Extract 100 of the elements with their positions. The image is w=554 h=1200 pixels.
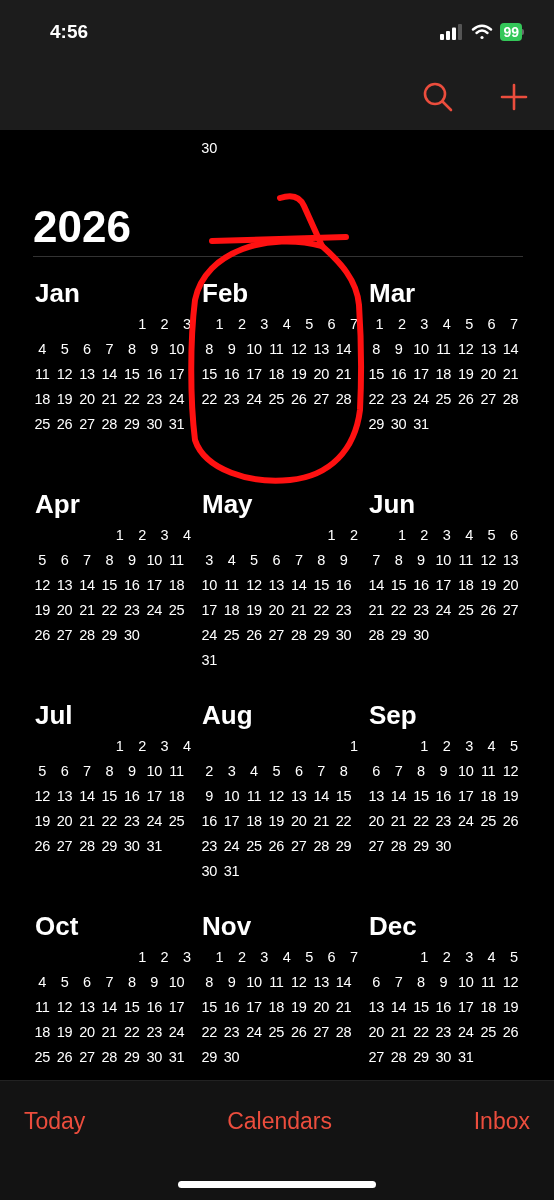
day-number[interactable]: 31 bbox=[165, 1045, 188, 1070]
day-number[interactable]: 22 bbox=[198, 1020, 221, 1045]
day-number[interactable]: 3 bbox=[435, 523, 458, 548]
day-number[interactable]: 1 bbox=[368, 312, 391, 337]
day-number[interactable]: 1 bbox=[413, 945, 436, 970]
day-number[interactable]: 20 bbox=[476, 362, 500, 387]
day-number[interactable]: 19 bbox=[53, 387, 76, 412]
day-number[interactable]: 18 bbox=[165, 784, 188, 809]
day-number[interactable]: 11 bbox=[476, 759, 500, 784]
day-number[interactable]: 25 bbox=[165, 598, 188, 623]
day-number[interactable]: 17 bbox=[165, 362, 188, 387]
day-number[interactable]: 20 bbox=[75, 387, 99, 412]
day-number[interactable]: 16 bbox=[142, 995, 166, 1020]
day-number[interactable]: 6 bbox=[365, 759, 388, 784]
day-number[interactable]: 5 bbox=[502, 945, 525, 970]
day-number[interactable]: 23 bbox=[142, 1020, 166, 1045]
day-number[interactable]: 22 bbox=[409, 809, 433, 834]
day-number[interactable]: 10 bbox=[165, 970, 188, 995]
day-number[interactable]: 11 bbox=[220, 573, 243, 598]
day-number[interactable]: 16 bbox=[332, 573, 355, 598]
day-number[interactable]: 16 bbox=[120, 784, 143, 809]
day-number[interactable]: 27 bbox=[75, 1045, 99, 1070]
day-number[interactable]: 19 bbox=[287, 362, 310, 387]
day-number[interactable]: 4 bbox=[275, 945, 298, 970]
day-number[interactable]: 23 bbox=[432, 809, 455, 834]
day-number[interactable]: 10 bbox=[454, 970, 477, 995]
day-number[interactable]: 16 bbox=[220, 362, 243, 387]
day-number[interactable]: 29 bbox=[309, 623, 333, 648]
day-number[interactable]: 5 bbox=[502, 734, 525, 759]
day-number[interactable]: 30 bbox=[198, 859, 221, 884]
tab-bar-button[interactable]: Inbox bbox=[473, 1103, 530, 1139]
day-number[interactable]: 14 bbox=[98, 995, 121, 1020]
day-number[interactable]: 29 bbox=[98, 834, 121, 859]
day-number[interactable]: 24 bbox=[242, 1020, 266, 1045]
day-number[interactable]: 13 bbox=[309, 970, 333, 995]
day-number[interactable]: 9 bbox=[220, 970, 243, 995]
day-number[interactable]: 13 bbox=[309, 337, 333, 362]
day-number[interactable]: 11 bbox=[265, 337, 288, 362]
day-number[interactable]: 21 bbox=[98, 387, 121, 412]
day-number[interactable]: 29 bbox=[387, 623, 410, 648]
day-number[interactable]: 6 bbox=[265, 548, 288, 573]
day-number[interactable]: 8 bbox=[120, 337, 143, 362]
day-number[interactable]: 7 bbox=[98, 337, 121, 362]
day-number[interactable]: 9 bbox=[432, 970, 455, 995]
day-number[interactable]: 30 bbox=[120, 623, 143, 648]
day-number[interactable]: 8 bbox=[198, 970, 221, 995]
day-number[interactable]: 28 bbox=[332, 1020, 355, 1045]
day-number[interactable]: 14 bbox=[387, 784, 410, 809]
day-number[interactable]: 18 bbox=[31, 387, 54, 412]
day-number[interactable]: 20 bbox=[53, 598, 76, 623]
day-number[interactable]: 26 bbox=[31, 623, 54, 648]
day-number[interactable]: 18 bbox=[265, 362, 288, 387]
day-number[interactable]: 3 bbox=[457, 945, 481, 970]
day-number[interactable]: 4 bbox=[175, 523, 198, 548]
day-number[interactable]: 13 bbox=[75, 995, 99, 1020]
day-number[interactable]: 20 bbox=[309, 362, 333, 387]
day-number[interactable]: 3 bbox=[253, 312, 276, 337]
day-number[interactable]: 30 bbox=[120, 834, 143, 859]
day-number[interactable]: 23 bbox=[120, 809, 143, 834]
day-number[interactable]: 13 bbox=[53, 784, 76, 809]
day-number[interactable]: 3 bbox=[253, 945, 276, 970]
day-number[interactable]: 16 bbox=[409, 573, 433, 598]
day-number[interactable]: 7 bbox=[75, 759, 99, 784]
day-number[interactable]: 28 bbox=[98, 412, 121, 437]
day-number[interactable]: 10 bbox=[165, 337, 188, 362]
day-number[interactable]: 2 bbox=[230, 312, 254, 337]
day-number[interactable]: 21 bbox=[332, 362, 355, 387]
month-title[interactable]: May bbox=[198, 488, 253, 520]
day-number[interactable]: 13 bbox=[53, 573, 76, 598]
day-number[interactable]: 7 bbox=[502, 312, 525, 337]
day-number[interactable]: 23 bbox=[409, 598, 433, 623]
day-number[interactable]: 3 bbox=[153, 523, 176, 548]
day-number[interactable]: 7 bbox=[365, 548, 388, 573]
day-number[interactable]: 25 bbox=[265, 387, 288, 412]
day-number[interactable]: 3 bbox=[198, 548, 221, 573]
day-number[interactable]: 17 bbox=[409, 362, 433, 387]
day-number[interactable]: 3 bbox=[457, 734, 481, 759]
day-number[interactable]: 24 bbox=[220, 834, 243, 859]
day-number[interactable]: 10 bbox=[142, 759, 166, 784]
day-number[interactable]: 26 bbox=[287, 1020, 310, 1045]
day-number[interactable]: 8 bbox=[98, 759, 121, 784]
day-number[interactable]: 31 bbox=[220, 859, 243, 884]
day-number[interactable]: 19 bbox=[287, 995, 310, 1020]
day-number[interactable]: 28 bbox=[75, 834, 99, 859]
day-number[interactable]: 25 bbox=[454, 598, 477, 623]
day-number[interactable]: 18 bbox=[476, 995, 500, 1020]
day-number[interactable]: 17 bbox=[242, 995, 266, 1020]
day-number[interactable]: 24 bbox=[142, 809, 166, 834]
day-number[interactable]: 6 bbox=[287, 759, 310, 784]
day-number[interactable]: 10 bbox=[142, 548, 166, 573]
day-number[interactable]: 18 bbox=[242, 809, 266, 834]
day-number[interactable]: 19 bbox=[499, 995, 522, 1020]
day-number[interactable]: 29 bbox=[409, 1045, 433, 1070]
day-number[interactable]: 19 bbox=[499, 784, 522, 809]
day-number[interactable]: 30 bbox=[142, 1045, 166, 1070]
day-number[interactable]: 26 bbox=[265, 834, 288, 859]
day-number[interactable]: 5 bbox=[480, 523, 503, 548]
day-number[interactable]: 22 bbox=[98, 809, 121, 834]
day-number[interactable]: 26 bbox=[287, 387, 310, 412]
day-number[interactable]: 17 bbox=[165, 995, 188, 1020]
